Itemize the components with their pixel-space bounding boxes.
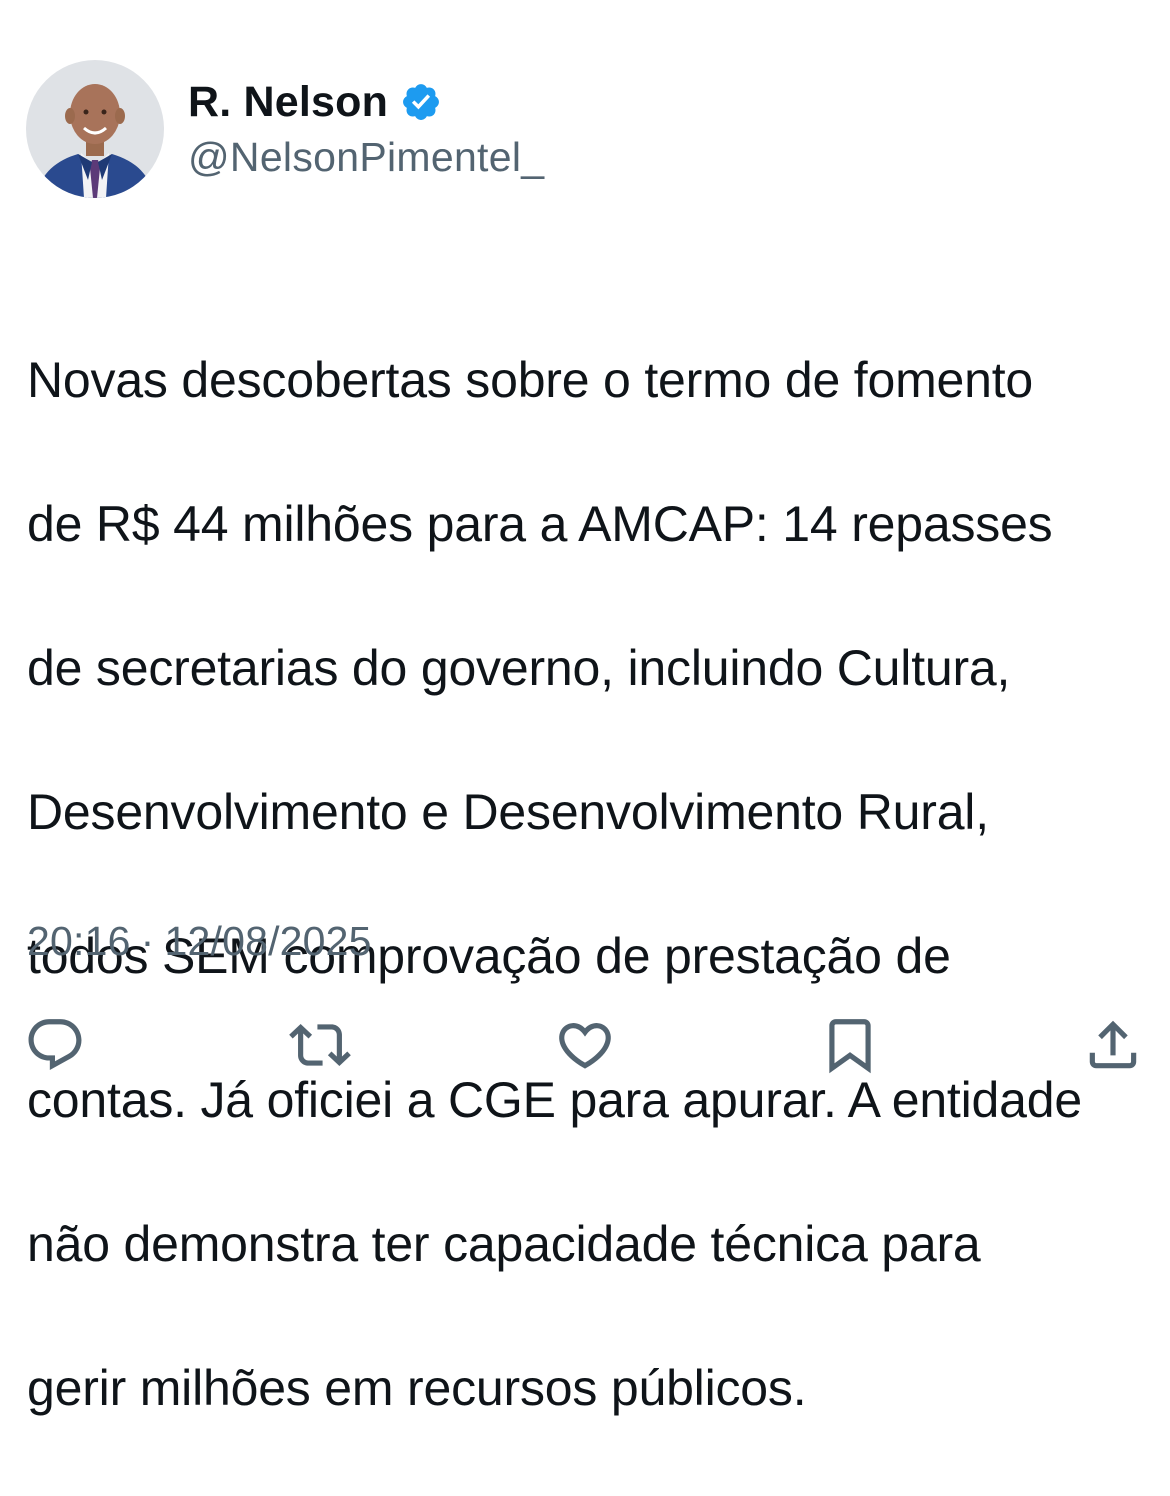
tweet-text-line: de secretarias do governo, incluindo Cul… xyxy=(27,640,1011,696)
tweet-date: 12/08/2025 xyxy=(164,918,372,964)
tweet-text-line: Novas descobertas sobre o termo de fomen… xyxy=(27,352,1034,408)
share-button[interactable] xyxy=(1078,1010,1148,1080)
tweet-text-line: não demonstra ter capacidade técnica par… xyxy=(27,1216,981,1272)
author-display-name[interactable]: R. Nelson xyxy=(188,78,388,127)
author-handle[interactable]: @NelsonPimentel_ xyxy=(188,134,544,181)
author-name-row: R. Nelson xyxy=(188,74,442,130)
tweet-text-line: de R$ 44 milhões para a AMCAP: 14 repass… xyxy=(27,496,1053,552)
verified-badge-icon[interactable] xyxy=(400,81,442,123)
like-button[interactable] xyxy=(550,1010,620,1080)
share-icon xyxy=(1089,1020,1137,1069)
avatar[interactable] xyxy=(26,60,164,198)
avatar-photo xyxy=(26,60,164,198)
tweet-text-line: Desenvolvimento e Desenvolvimento Rural, xyxy=(27,784,989,840)
retweet-button[interactable] xyxy=(285,1010,355,1080)
tweet-time: 20:16 xyxy=(27,918,131,964)
tweet-text: Novas descobertas sobre o termo de fomen… xyxy=(27,272,1147,1496)
reply-icon xyxy=(28,1019,82,1071)
tweet-action-bar xyxy=(0,1010,1170,1080)
reply-button[interactable] xyxy=(20,1010,90,1080)
timestamp-separator: · xyxy=(140,918,155,964)
bookmark-icon xyxy=(829,1019,871,1074)
bookmark-button[interactable] xyxy=(815,1010,885,1080)
tweet-card: R. Nelson @NelsonPimentel_ Novas descobe… xyxy=(0,0,1170,1416)
heart-icon xyxy=(559,1023,611,1069)
retweet-icon xyxy=(289,1024,351,1066)
tweet-text-line: gerir milhões em recursos públicos. xyxy=(27,1360,807,1416)
tweet-timestamp[interactable]: 20:16 · 12/08/2025 xyxy=(27,918,372,965)
